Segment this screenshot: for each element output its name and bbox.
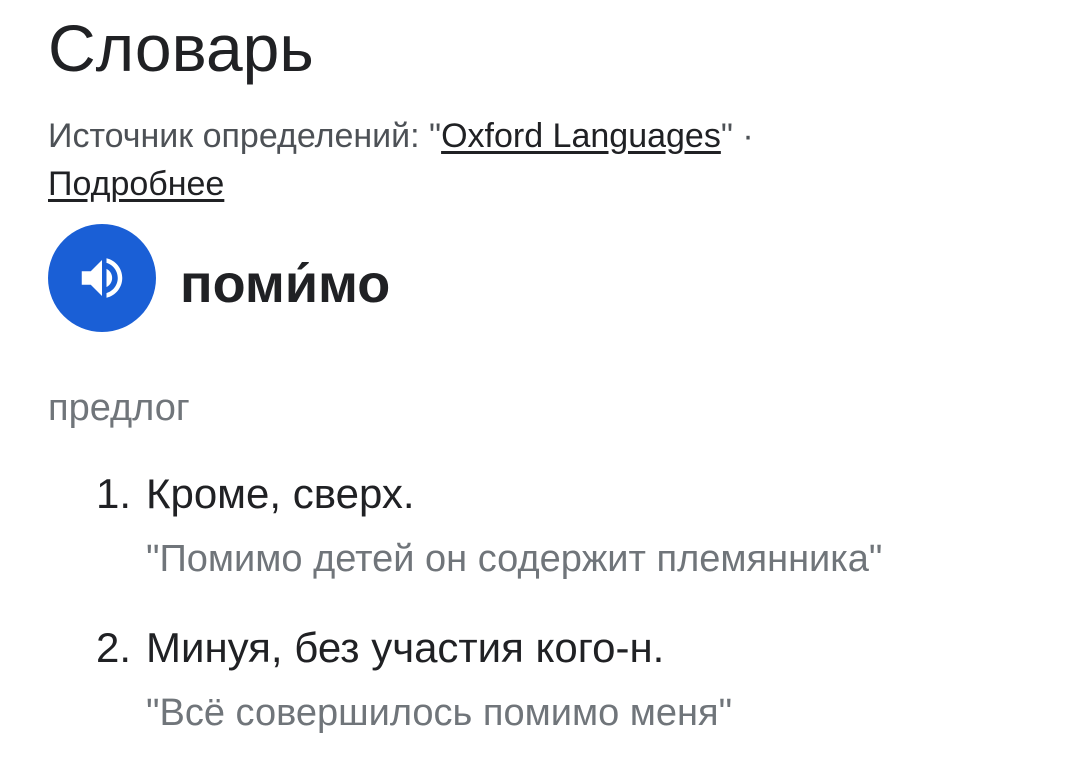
headword: поми́мо	[180, 254, 391, 314]
source-suffix: " ·	[720, 117, 754, 155]
sense-example: "Всё совершилось помимо меня"	[146, 692, 733, 734]
definitions-source: Источник определений: "Oxford Languages"…	[48, 112, 1028, 208]
more-info-link[interactable]: Подробнее	[48, 165, 224, 203]
sense-example: "Помимо детей он содержит племянника"	[146, 538, 883, 580]
sense-definition: Минуя, без участия кого-н.	[146, 624, 665, 671]
dictionary-title: Словарь	[48, 11, 314, 85]
sense-number: 1.	[96, 470, 132, 517]
sense-number: 2.	[96, 624, 132, 671]
speaker-icon	[81, 258, 123, 298]
part-of-speech: предлог	[48, 387, 190, 429]
source-prefix: Источник определений: "	[48, 117, 442, 155]
sense-item: 2. Минуя, без участия кого-н. "Всё совер…	[96, 622, 1056, 736]
sense-definition: Кроме, сверх.	[146, 470, 415, 517]
sense-item: 1. Кроме, сверх. "Помимо детей он содерж…	[96, 468, 1056, 582]
oxford-languages-link[interactable]: Oxford Languages	[441, 117, 721, 155]
pronunciation-audio-button[interactable]	[48, 224, 156, 332]
